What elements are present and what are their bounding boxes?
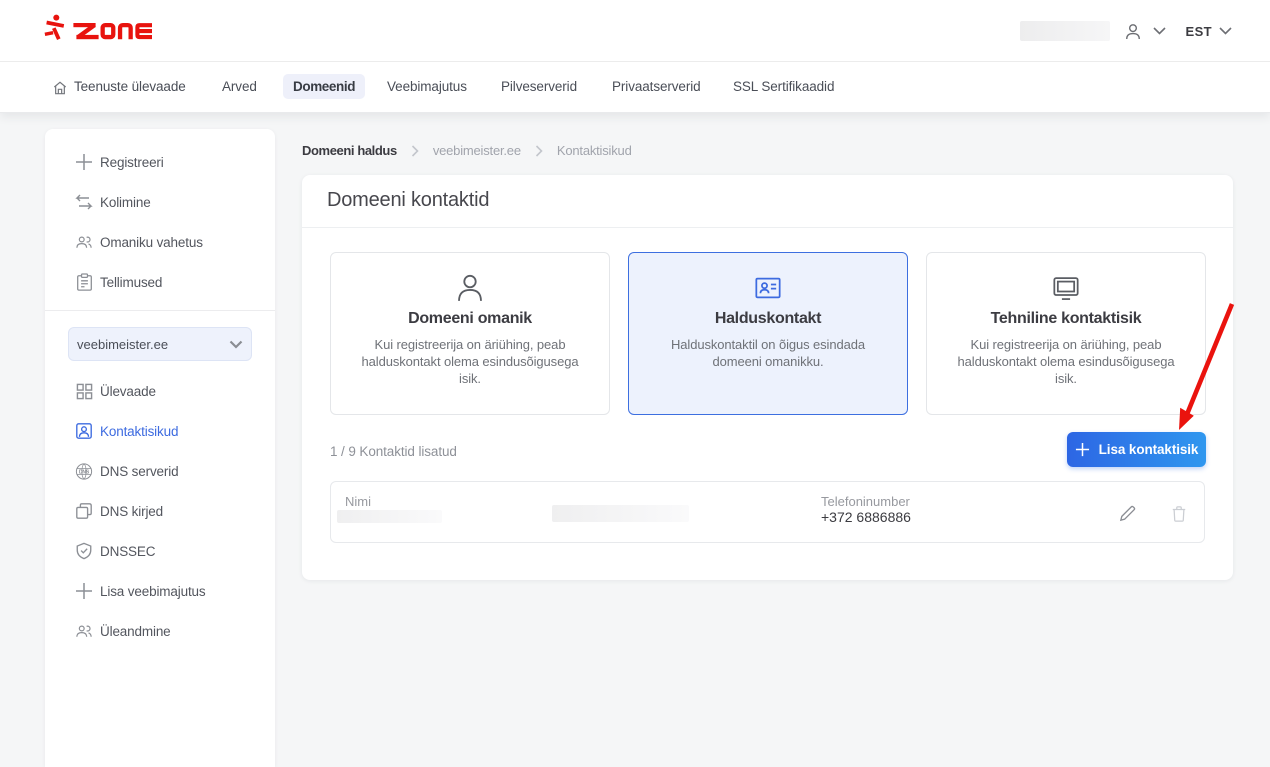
svg-text:DNS: DNS xyxy=(79,469,90,475)
